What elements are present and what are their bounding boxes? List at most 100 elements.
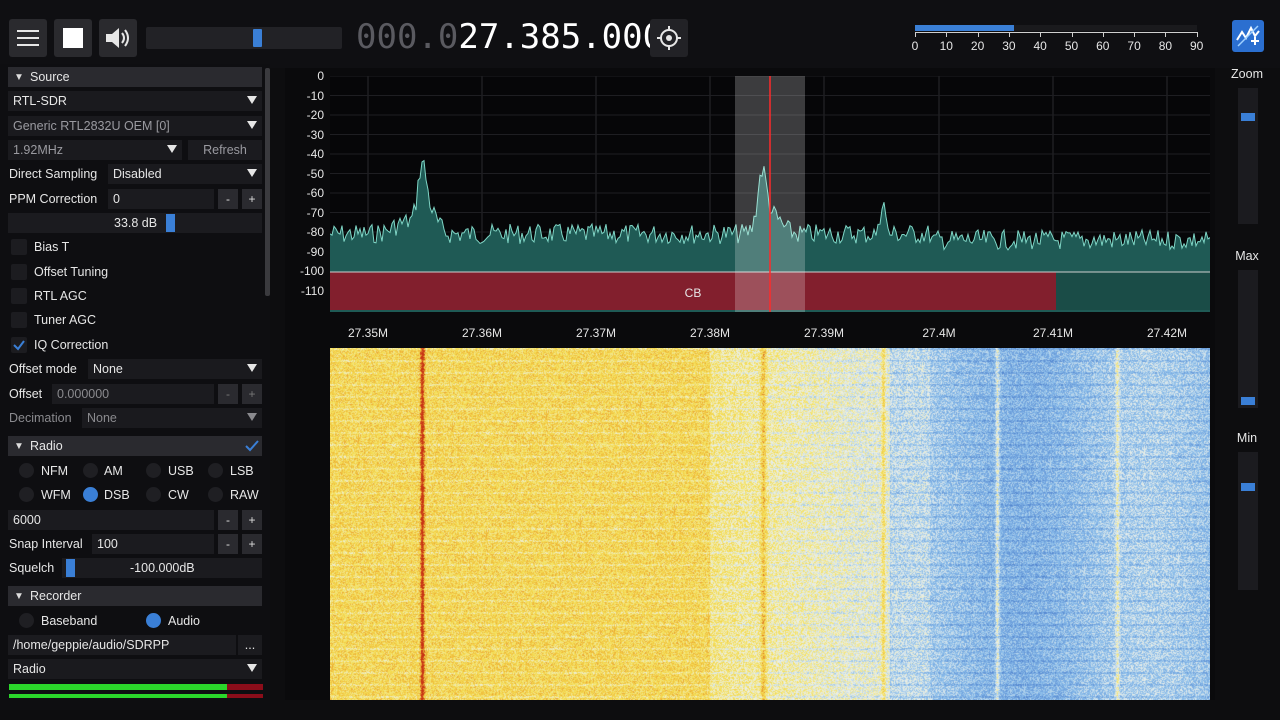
offset-mode-select[interactable]: None — [88, 359, 262, 379]
dropdown-arrow-icon — [247, 364, 257, 372]
speaker-icon — [106, 28, 129, 48]
gain-slider-handle[interactable] — [166, 214, 175, 232]
recorder-section-header[interactable]: ▼ Recorder — [8, 586, 262, 606]
radio-section-header[interactable]: ▼ Radio — [8, 436, 262, 456]
bandwidth-input[interactable]: 6000 — [8, 510, 214, 530]
y-tick-label: -100 — [299, 264, 324, 278]
y-tick-label: -80 — [306, 225, 324, 239]
offset-minus-button[interactable]: - — [218, 384, 238, 404]
ppm-input[interactable]: 0 — [108, 189, 214, 209]
baseband-radio[interactable] — [19, 613, 34, 628]
y-tick-label: -30 — [306, 127, 324, 142]
y-tick-label: 0 — [317, 69, 324, 83]
frequency-display[interactable]: 000.0 27.385.000 — [356, 14, 663, 60]
mode-radio-raw[interactable] — [208, 487, 223, 502]
direct-sampling-select[interactable]: Disabled — [108, 164, 262, 184]
side-menu-scrollbar[interactable] — [265, 68, 270, 296]
decimation-select[interactable]: None — [82, 408, 262, 428]
frequency-digits[interactable]: 27.385.000 — [458, 17, 663, 57]
samplerate-select[interactable]: 1.92MHz — [8, 140, 182, 160]
snap-interval-input[interactable]: 100 — [92, 534, 214, 554]
snap-plus-button[interactable]: + — [242, 534, 262, 554]
frequency-leading-digits[interactable]: 000.0 — [356, 17, 458, 57]
mode-radio-cw[interactable] — [146, 487, 161, 502]
sdrpp-logo-icon — [1236, 25, 1260, 47]
baseband-label: Baseband — [41, 614, 98, 628]
refresh-button[interactable]: Refresh — [188, 140, 262, 160]
source-select[interactable]: RTL-SDR — [8, 91, 262, 111]
recorder-stream-value: Radio — [13, 662, 46, 676]
about-button[interactable] — [1232, 20, 1264, 52]
iq-correction-label: IQ Correction — [34, 338, 109, 352]
decimation-label: Decimation — [9, 411, 72, 425]
waterfall[interactable] — [330, 348, 1210, 700]
x-tick-label: 27.42M — [1146, 326, 1188, 340]
snr-axis — [915, 32, 1197, 33]
menu-button[interactable] — [9, 19, 47, 57]
dropdown-arrow-icon — [167, 145, 177, 153]
center-tuning-button[interactable] — [650, 19, 688, 57]
source-section-header[interactable]: ▼ Source — [8, 67, 262, 87]
recorder-header-label: Recorder — [30, 589, 82, 603]
stop-button[interactable] — [54, 19, 92, 57]
mode-radio-wfm[interactable] — [19, 487, 34, 502]
x-tick-label: 27.36M — [461, 326, 503, 340]
fft-plot[interactable] — [330, 76, 1210, 312]
squelch-slider-handle[interactable] — [66, 559, 75, 577]
snr-tick-label: 10 — [939, 39, 953, 53]
bias-t-checkbox[interactable] — [11, 239, 27, 255]
mode-radio-am[interactable] — [83, 463, 98, 478]
mute-button[interactable] — [99, 19, 137, 57]
zoom-slider-handle[interactable] — [1241, 113, 1255, 121]
tuner-agc-checkbox[interactable] — [11, 312, 27, 328]
snr-tick-label: 20 — [970, 39, 985, 53]
offset-plus-button[interactable]: + — [242, 384, 262, 404]
min-slider[interactable] — [1238, 452, 1258, 590]
zoom-slider[interactable] — [1238, 88, 1258, 224]
y-tick-label: -50 — [306, 166, 324, 181]
checkmark-icon[interactable] — [244, 439, 260, 453]
offset-tuning-checkbox[interactable] — [11, 264, 27, 280]
ppm-minus-button[interactable]: - — [218, 189, 238, 209]
mode-radio-usb[interactable] — [146, 463, 161, 478]
audio-radio[interactable] — [146, 613, 161, 628]
gain-value: 33.8 dB — [114, 216, 158, 230]
tuner-agc-label: Tuner AGC — [34, 313, 97, 327]
band-plan-empty — [1056, 272, 1210, 310]
snap-minus-button[interactable]: - — [218, 534, 238, 554]
snr-tick-label: 40 — [1033, 39, 1047, 53]
rtl-agc-checkbox[interactable] — [11, 288, 27, 304]
mode-radio-dsb[interactable] — [83, 487, 98, 502]
recording-path-input[interactable]: /home/geppie/audio/SDRPP — [8, 635, 236, 655]
max-slider-handle[interactable] — [1241, 397, 1255, 405]
mode-radio-nfm[interactable] — [19, 463, 34, 478]
bandwidth-plus-button[interactable]: + — [242, 510, 262, 530]
snr-tick-label: 90 — [1190, 39, 1204, 53]
x-tick-label: 27.4M — [922, 326, 956, 340]
checkmark-icon — [13, 340, 25, 351]
dropdown-arrow-icon — [247, 413, 257, 421]
min-slider-handle[interactable] — [1241, 483, 1255, 491]
snr-tick-label: 30 — [1002, 39, 1016, 53]
max-slider[interactable] — [1238, 270, 1258, 408]
device-select[interactable]: Generic RTL2832U OEM [0] — [8, 116, 262, 136]
recorder-stream-select[interactable]: Radio — [8, 659, 262, 679]
snr-tick — [1071, 32, 1073, 37]
mode-radio-lsb[interactable] — [208, 463, 223, 478]
snr-bar — [915, 25, 1014, 31]
bandwidth-minus-button[interactable]: - — [218, 510, 238, 530]
snr-tick-label: 70 — [1127, 39, 1141, 53]
fft-x-axis: 27.35M 27.36M 27.37M 27.38M 27.39M 27.4M 27.41… — [330, 322, 1210, 342]
squelch-label: Squelch — [9, 561, 55, 575]
collapse-arrow-icon: ▼ — [14, 71, 24, 83]
snr-tick — [915, 32, 916, 37]
iq-correction-checkbox[interactable] — [11, 337, 27, 353]
ppm-plus-button[interactable]: + — [242, 189, 262, 209]
offset-input[interactable]: 0.000000 — [52, 384, 214, 404]
dropdown-arrow-icon — [247, 169, 257, 177]
browse-button[interactable]: ... — [238, 635, 262, 655]
volume-slider[interactable] — [146, 27, 342, 49]
audio-level-meter-right-peak — [227, 694, 263, 698]
volume-slider-handle[interactable] — [253, 29, 262, 47]
y-tick-label: -70 — [306, 205, 324, 220]
